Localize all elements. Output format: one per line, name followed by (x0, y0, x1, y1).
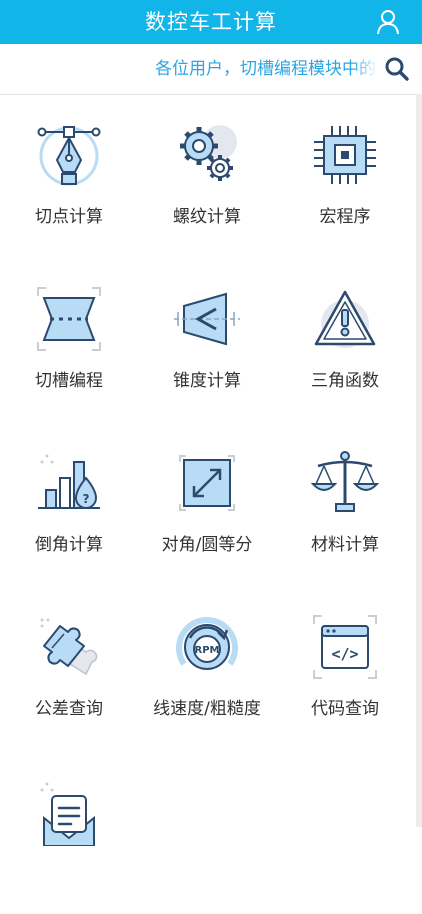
grid-item-label: 宏程序 (319, 207, 371, 227)
puzzle-icon (40, 618, 98, 676)
grid-item-label: 材料计算 (311, 535, 379, 555)
grid-item-document[interactable] (0, 750, 138, 914)
rpm-icon: RPM (176, 617, 238, 670)
grid-item-macro[interactable]: 宏程序 (276, 94, 414, 258)
grid-item-label: 锥度计算 (173, 371, 241, 391)
grid-item-label: 对角/圆等分 (161, 535, 253, 555)
grid-item-label: 螺纹计算 (173, 207, 241, 227)
document-envelope-icon (40, 782, 95, 846)
bar-chart-drop-icon: ? (38, 454, 100, 509)
scrollbar[interactable] (416, 94, 422, 827)
chip-icon (314, 126, 376, 184)
warning-triangle-icon (314, 290, 376, 348)
app-header: 数控车工计算 (0, 0, 422, 44)
grid-item-chamfer[interactable]: ? 倒角计算 (0, 422, 138, 586)
diagonal-arrows-icon (179, 455, 235, 511)
grid-item-label: 倒角计算 (35, 535, 103, 555)
grid-item-label: 线速度/粗糙度 (153, 699, 261, 719)
notice-fade (352, 48, 378, 90)
grid-item-thread[interactable]: 螺纹计算 (138, 94, 276, 258)
user-icon[interactable] (376, 9, 400, 35)
grid-item-label: 切点计算 (35, 207, 103, 227)
notice-bar[interactable]: 各位用户，切槽编程模块中的 (0, 44, 422, 95)
page-title: 数控车工计算 (145, 10, 277, 34)
grid-item-trig[interactable]: 三角函数 (276, 258, 414, 422)
svg-text:</>: </> (331, 645, 358, 663)
grid-item-tangent-point[interactable]: 切点计算 (0, 94, 138, 258)
gears-icon (180, 125, 237, 181)
search-icon[interactable] (384, 56, 410, 82)
pen-tool-icon (37, 126, 101, 186)
grid-item-label: 切槽编程 (35, 371, 103, 391)
grid-item-label: 三角函数 (311, 371, 379, 391)
scale-icon (310, 451, 380, 512)
grid-item-tolerance[interactable]: 公差查询 (0, 586, 138, 750)
grid-item-material[interactable]: 材料计算 (276, 422, 414, 586)
notice-text: 各位用户，切槽编程模块中的 (155, 59, 376, 79)
code-window-icon: </> (313, 615, 377, 679)
taper-icon (174, 292, 240, 346)
grid-item-label: 代码查询 (311, 699, 379, 719)
grid-item-speed[interactable]: RPM 线速度/粗糙度 (138, 586, 276, 750)
grid-item-code[interactable]: </> 代码查询 (276, 586, 414, 750)
groove-icon (37, 287, 101, 351)
svg-text:RPM: RPM (195, 645, 220, 656)
grid-item-taper[interactable]: 锥度计算 (138, 258, 276, 422)
svg-text:?: ? (83, 492, 90, 506)
grid-item-grooving[interactable]: 切槽编程 (0, 258, 138, 422)
grid-item-label: 公差查询 (35, 699, 103, 719)
grid-item-diagonal[interactable]: 对角/圆等分 (138, 422, 276, 586)
